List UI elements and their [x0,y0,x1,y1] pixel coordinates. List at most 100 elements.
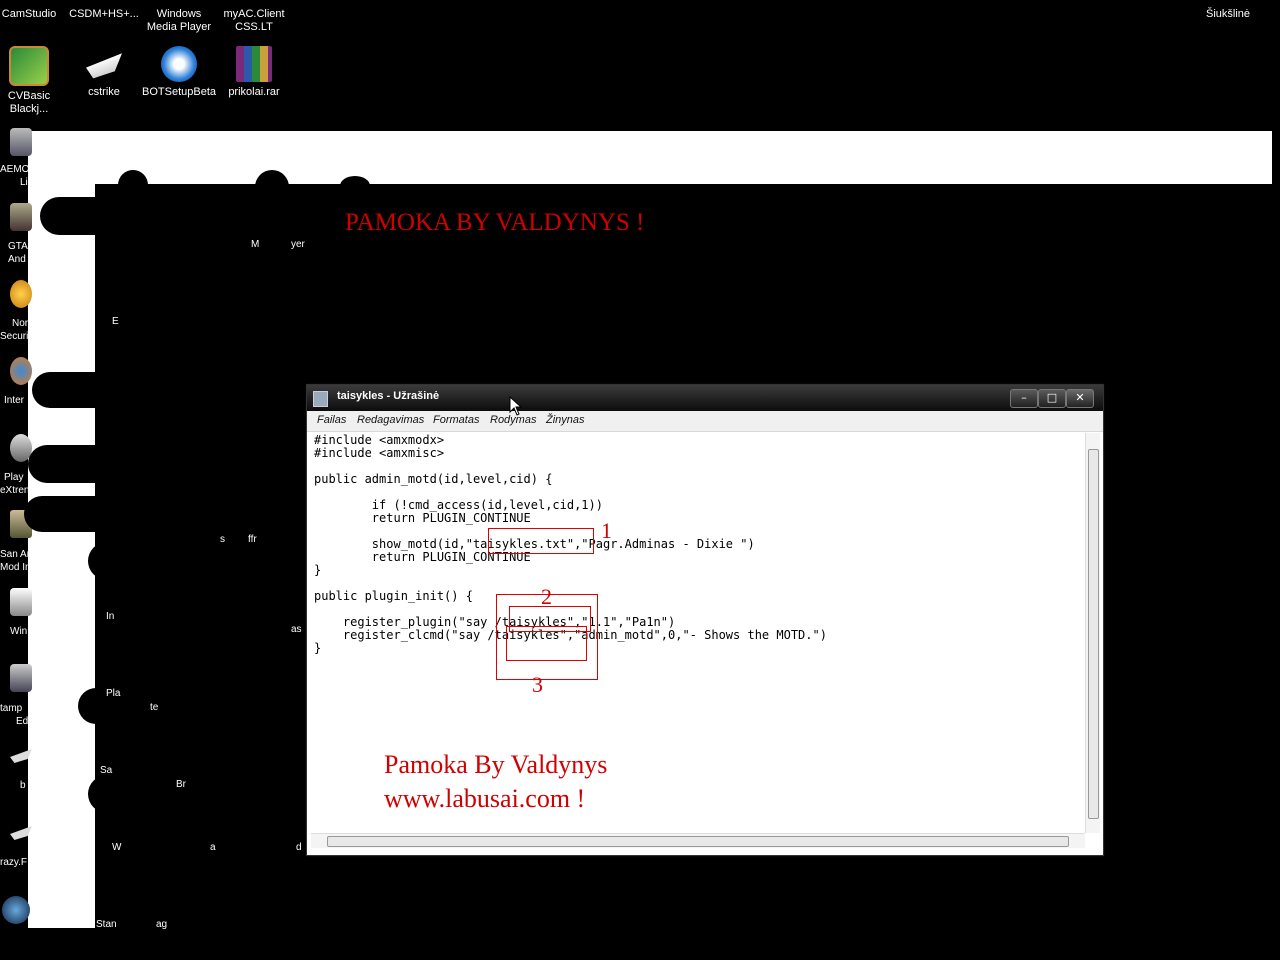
menu-help[interactable]: Žinynas [546,414,585,426]
media-icon[interactable] [2,896,30,924]
code-line: #include <amxmisc> [314,446,445,460]
app-icon[interactable] [10,203,32,231]
menu-format[interactable]: Formatas [433,414,479,426]
code-line: public plugin_init() { [314,589,473,603]
desktop-icon-label: cstrike [88,86,120,98]
desktop-icon-label: CVBasic Blackj... [7,90,51,115]
desktop-icon-cvbasic[interactable]: CVBasic Blackj... [0,46,67,116]
edge-label: Play [4,472,24,483]
code-line: public admin_motd(id,level,cid) { [314,472,553,486]
edge-label: razy.F [0,857,28,868]
winrar-archive-icon [236,46,272,82]
edge-label: W [112,842,122,853]
edge-label: Pla [106,688,121,699]
tutorial-footer-line2: www.labusai.com ! [384,784,586,813]
notepad-icon [313,391,328,407]
annotation-marker-1: 1 [601,518,612,543]
app-icon[interactable] [10,588,32,616]
menu-file[interactable]: Failas [317,414,346,426]
desktop-icon-prikolai-rar[interactable]: prikolai.rar [216,46,292,99]
annotation-box-3 [506,626,587,661]
edge-label: Nor [12,318,29,329]
edge-label: San Ar [0,549,31,560]
edge-label: Securit [0,331,32,342]
minimize-button[interactable]: – [1010,389,1038,408]
menu-bar: Failas Redagavimas Formatas Rodymas Žiny… [307,411,1103,432]
edge-label: Li [20,177,28,188]
desktop-icon-label: Šiukšlinė [1205,8,1251,20]
edge-label: s [220,534,225,545]
edge-label: And [8,254,26,265]
desktop-icon-camstudio[interactable]: CamStudio [0,8,67,21]
edge-label: b [20,780,26,791]
shortcut-icon [86,53,122,79]
app-icon[interactable] [10,128,32,156]
desktop-icon-cstrike[interactable]: cstrike [66,46,142,99]
edge-label: GTA [8,241,28,252]
mouse-cursor-icon [509,396,523,416]
desktop-icon-csdm[interactable]: CSDM+HS+... [66,8,142,21]
code-line: } [314,641,322,655]
menu-edit[interactable]: Redagavimas [357,414,424,426]
desktop-icon-botsetupbeta[interactable]: BOTSetupBeta [141,46,217,99]
desktop-icon-myac-client[interactable]: myAC.Client CSS.LT [216,8,292,34]
edge-label: eXtren [0,485,30,496]
scrollbar-thumb[interactable] [327,836,1069,847]
scribble-blob [88,542,313,580]
edge-label: tamp [0,703,23,714]
app-icon[interactable] [10,280,32,308]
code-line: } [314,563,322,577]
edge-label: AEMO [0,164,30,175]
edge-label: Sa [100,765,113,776]
scribble-blob [32,372,302,408]
vertical-scrollbar[interactable] [1085,433,1100,833]
close-button[interactable]: ✕ [1066,389,1094,408]
scribble-dot [255,170,289,204]
maximize-button[interactable]: □ [1038,389,1066,408]
edge-label: d [296,842,302,853]
edge-label: as [291,624,302,635]
edge-label: Inter [4,395,25,406]
desktop-icon-label: CSDM+HS+... [69,8,139,20]
scribble-dot [340,176,370,196]
edge-label: Win [10,626,28,637]
window-title: taisykles - Užrašinė [337,390,440,402]
window-titlebar[interactable]: taisykles - Užrašinė – □ ✕ [307,385,1103,411]
annotation-box-1 [488,528,594,554]
desktop-icon-label: Windows Media Player [146,8,212,33]
installer-icon [161,46,197,82]
desktop-icon-recycle-bin[interactable]: Šiukšlinė [1190,8,1266,21]
edge-label: In [106,611,115,622]
scribble-blob [28,445,298,483]
edge-label: Br [176,779,186,790]
desktop-icon-label: CamStudio [1,8,57,20]
edge-label: te [150,702,159,713]
desktop-icon-label: myAC.Client CSS.LT [223,8,285,33]
scribble-blob [88,775,293,813]
edge-label: a [210,842,216,853]
scrollbar-thumb[interactable] [1088,449,1099,819]
scribble-blob [24,496,309,532]
scribble-dot [118,170,148,200]
edge-label: Stan [96,919,117,930]
background-white-panel [28,131,1272,184]
edge-label: ag [156,919,168,930]
edge-label: Mod In [0,562,31,573]
desktop-icon-windows-media-player[interactable]: Windows Media Player [141,8,217,34]
edge-label: E [112,316,119,327]
tutorial-heading: PAMOKA BY VALDYNYS ! [345,209,645,236]
edge-label: M [251,239,260,250]
browser-icon[interactable] [10,357,32,385]
desktop-icon-label: prikolai.rar [228,86,280,98]
tutorial-footer-line1: Pamoka By Valdynys [384,750,608,779]
background-white-strip [28,184,95,928]
annotation-marker-3: 3 [532,672,543,697]
edge-label: ffr [248,534,257,545]
code-line: return PLUGIN_CONTINUE [314,511,531,525]
edge-label: Edi [16,716,31,727]
app-icon[interactable] [10,664,32,692]
cards-game-icon [9,46,49,86]
horizontal-scrollbar[interactable] [311,833,1085,848]
desktop-icon-label: BOTSetupBeta [142,86,216,98]
edge-label: yer [291,239,305,250]
